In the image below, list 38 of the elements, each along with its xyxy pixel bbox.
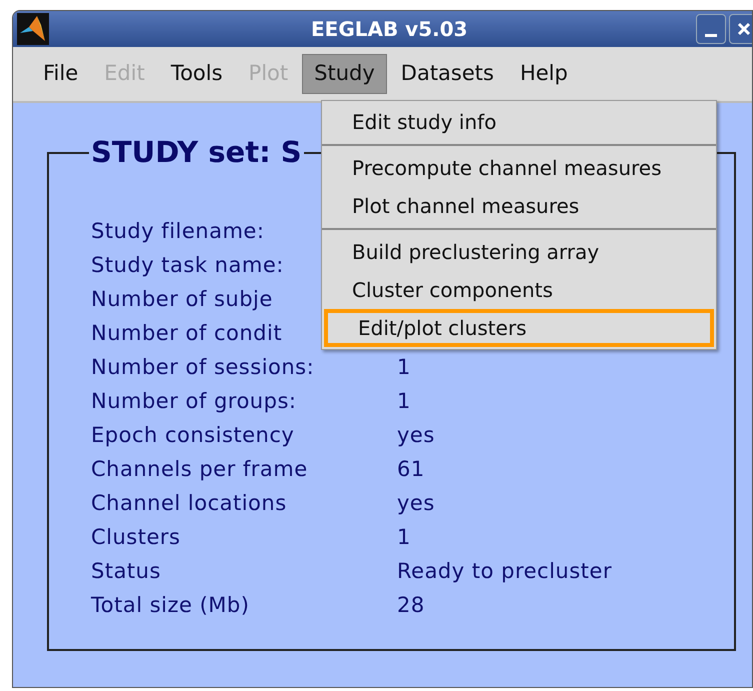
- menu-option[interactable]: Edit/plot clusters: [324, 309, 714, 347]
- field-value: yes: [397, 490, 435, 517]
- close-icon: [737, 22, 751, 36]
- menu-item[interactable]: Tools: [158, 54, 235, 94]
- field-value: yes: [397, 422, 435, 449]
- field-value: 1: [397, 524, 411, 551]
- field-label: Channel locations: [91, 490, 287, 517]
- field-label: Clusters: [91, 524, 180, 551]
- field-label: Total size (Mb): [91, 592, 250, 619]
- app-logo-icon: [17, 13, 49, 45]
- field-label: Status: [91, 558, 161, 585]
- field-value: 1: [397, 388, 411, 415]
- menu-item[interactable]: File: [31, 54, 90, 94]
- field-value: 61: [397, 456, 425, 483]
- menu-item[interactable]: Help: [508, 54, 580, 94]
- menu-item[interactable]: Datasets: [388, 54, 506, 94]
- menu-option[interactable]: Cluster components: [322, 271, 716, 309]
- window-title: EEGLAB v5.03: [311, 16, 468, 43]
- menu-option[interactable]: Plot channel measures: [322, 187, 716, 225]
- field-label: Number of subje: [91, 286, 273, 313]
- close-button[interactable]: [729, 14, 752, 44]
- field-label: Channels per frame: [91, 456, 308, 483]
- menu-item[interactable]: Study: [302, 54, 387, 94]
- panel-title: STUDY set: S: [90, 134, 303, 171]
- field-label: Number of sessions:: [91, 354, 314, 381]
- menu-option[interactable]: Build preclustering array: [322, 233, 716, 271]
- field-label: Number of condit: [91, 320, 282, 347]
- field-value: Ready to precluster: [397, 558, 612, 585]
- menu-option[interactable]: Edit study info: [322, 103, 716, 141]
- field-value: 28: [397, 592, 425, 619]
- minimize-icon: [705, 34, 717, 37]
- minimize-button[interactable]: [696, 14, 726, 44]
- field-label: Study task name:: [91, 252, 284, 279]
- field-value: 1: [397, 354, 411, 381]
- field-label: Epoch consistency: [91, 422, 294, 449]
- field-label: Study filename:: [91, 218, 264, 245]
- field-label: Number of groups:: [91, 388, 296, 415]
- menu-option[interactable]: Precompute channel measures: [322, 149, 716, 187]
